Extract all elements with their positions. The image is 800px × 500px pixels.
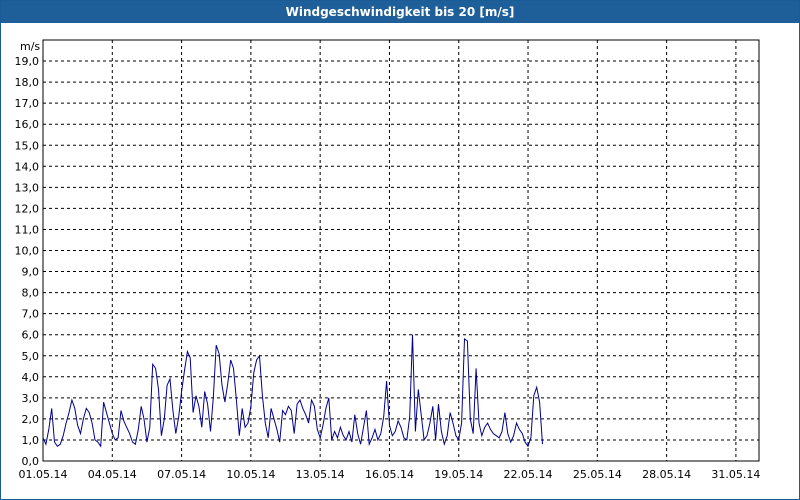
x-tick-label: 22.05.14	[504, 468, 553, 481]
y-tick-label: 3,0	[22, 392, 40, 405]
y-tick-label: 7,0	[22, 308, 40, 321]
y-tick-label: 6,0	[22, 329, 40, 342]
y-tick-label: 19,0	[15, 55, 40, 68]
wind-speed-line	[42, 334, 543, 448]
x-tick-label: 25.05.14	[573, 468, 622, 481]
x-tick-label: 10.05.14	[226, 468, 275, 481]
y-tick-label: 2,0	[22, 413, 40, 426]
chart-grid	[43, 40, 759, 461]
y-tick-label: 4,0	[22, 371, 40, 384]
y-tick-label: 18,0	[15, 76, 40, 89]
y-tick-label: 0,0	[22, 455, 40, 468]
x-axis-ticks: 01.05.14 04.05.14 07.05.14 10.05.14 13.05.14…	[19, 468, 761, 481]
y-tick-label: 14,0	[15, 160, 40, 173]
x-tick-label: 16.05.14	[365, 468, 414, 481]
x-tick-label: 28.05.14	[642, 468, 691, 481]
y-tick-label: 10,0	[15, 245, 40, 258]
x-tick-label: 04.05.14	[88, 468, 137, 481]
y-tick-label: 13,0	[15, 181, 40, 194]
x-tick-label: 01.05.14	[19, 468, 68, 481]
x-tick-label: 07.05.14	[157, 468, 206, 481]
y-tick-label: 17,0	[15, 97, 40, 110]
y-tick-label: 5,0	[22, 350, 40, 363]
wind-speed-chart: 0,0 1,0 2,0 3,0 4,0 5,0 6,0 7,0 8,0 9,0 10,0 11,0 12…	[15, 39, 761, 481]
x-tick-label: 19.05.14	[434, 468, 483, 481]
y-tick-label: 9,0	[22, 266, 40, 279]
y-axis-label: m/s	[20, 40, 40, 53]
y-tick-label: 11,0	[15, 223, 40, 236]
y-tick-label: 15,0	[15, 139, 40, 152]
y-tick-label: 12,0	[15, 202, 40, 215]
y-tick-label: 1,0	[22, 434, 40, 447]
y-tick-label: 16,0	[15, 118, 40, 131]
x-tick-label: 13.05.14	[296, 468, 345, 481]
y-axis-ticks: 0,0 1,0 2,0 3,0 4,0 5,0 6,0 7,0 8,0 9,0 10,0 11,0 12…	[15, 55, 40, 468]
x-tick-label: 31.05.14	[711, 468, 760, 481]
y-tick-label: 8,0	[22, 287, 40, 300]
